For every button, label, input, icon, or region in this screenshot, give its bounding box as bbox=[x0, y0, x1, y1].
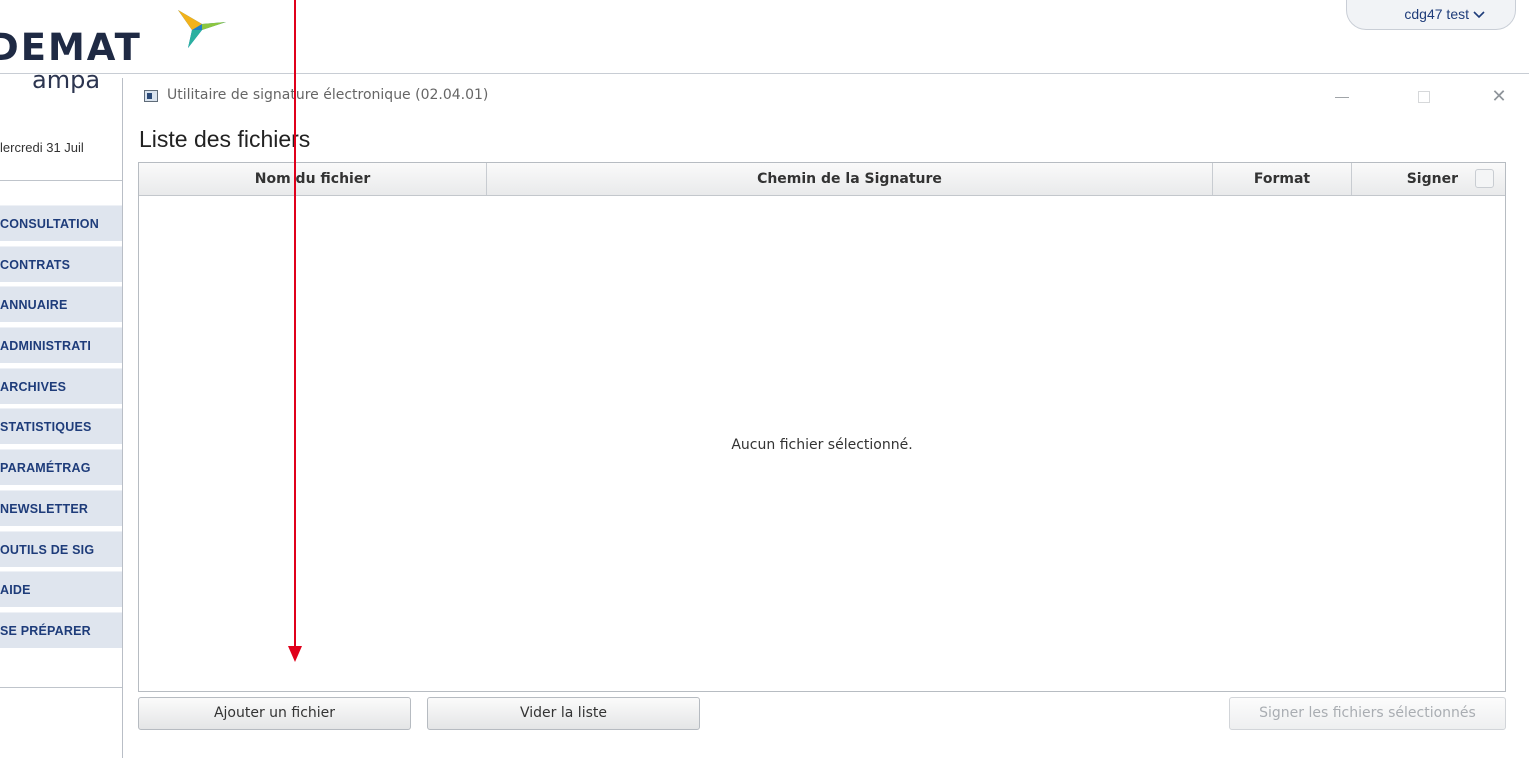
clear-list-button[interactable]: Vider la liste bbox=[427, 697, 700, 730]
minimize-button[interactable] bbox=[1328, 84, 1358, 110]
nav-item-outils-signature[interactable]: OUTILS DE SIG bbox=[0, 530, 122, 567]
nav-item-parametrage[interactable]: PARAMÉTRAG bbox=[0, 449, 122, 486]
sign-selected-button[interactable]: Signer les fichiers sélectionnés bbox=[1229, 697, 1506, 730]
page-title: Liste des fichiers bbox=[139, 126, 311, 152]
empty-list-message: Aucun fichier sélectionné. bbox=[731, 437, 913, 453]
user-name: cdg47 test bbox=[1404, 6, 1469, 22]
maximize-button[interactable] bbox=[1409, 84, 1439, 110]
current-date: lercredi 31 Juil bbox=[0, 140, 84, 155]
nav-item-consultation[interactable]: CONSULTATION bbox=[0, 205, 122, 241]
nav-item-aide[interactable]: AIDE bbox=[0, 571, 122, 608]
logo-wordmark: DEMAT bbox=[0, 26, 142, 69]
minimize-icon bbox=[1335, 97, 1349, 98]
nav-item-archives[interactable]: ARCHIVES bbox=[0, 367, 122, 404]
nav-item-administration[interactable]: ADMINISTRATI bbox=[0, 327, 122, 364]
close-icon: ✕ bbox=[1491, 86, 1507, 107]
chevron-down-icon bbox=[1473, 11, 1485, 19]
main-nav: CONSULTATION CONTRATS ANNUAIRE ADMINISTR… bbox=[0, 205, 122, 653]
column-header-path[interactable]: Chemin de la Signature bbox=[487, 163, 1213, 195]
bird-logo-icon bbox=[178, 10, 226, 48]
maximize-icon bbox=[1418, 91, 1430, 103]
window-titlebar[interactable]: Utilitaire de signature électronique (02… bbox=[123, 78, 1529, 118]
signature-utility-window: Utilitaire de signature électronique (02… bbox=[122, 78, 1529, 758]
nav-divider bbox=[0, 687, 122, 688]
close-button[interactable]: ✕ bbox=[1484, 84, 1514, 110]
logo-subtitle: ampa bbox=[32, 66, 101, 94]
date-divider bbox=[0, 180, 122, 181]
header-divider bbox=[0, 73, 1529, 74]
column-header-format[interactable]: Format bbox=[1213, 163, 1352, 195]
nav-item-annuaire[interactable]: ANNUAIRE bbox=[0, 286, 122, 323]
nav-item-contrats[interactable]: CONTRATS bbox=[0, 245, 122, 282]
nav-item-newsletter[interactable]: NEWSLETTER bbox=[0, 489, 122, 526]
table-header: Nom du fichier Chemin de la Signature Fo… bbox=[139, 163, 1505, 196]
nav-item-se-preparer[interactable]: SE PRÉPARER bbox=[0, 611, 122, 648]
user-menu[interactable]: cdg47 test bbox=[1346, 0, 1516, 30]
column-header-name[interactable]: Nom du fichier bbox=[139, 163, 487, 195]
nav-item-statistiques[interactable]: STATISTIQUES bbox=[0, 408, 122, 445]
app-icon bbox=[144, 90, 158, 102]
sign-all-checkbox[interactable] bbox=[1475, 169, 1494, 188]
window-title: Utilitaire de signature électronique (02… bbox=[167, 87, 489, 103]
add-file-button[interactable]: Ajouter un fichier bbox=[138, 697, 411, 730]
file-table: Nom du fichier Chemin de la Signature Fo… bbox=[138, 162, 1506, 692]
